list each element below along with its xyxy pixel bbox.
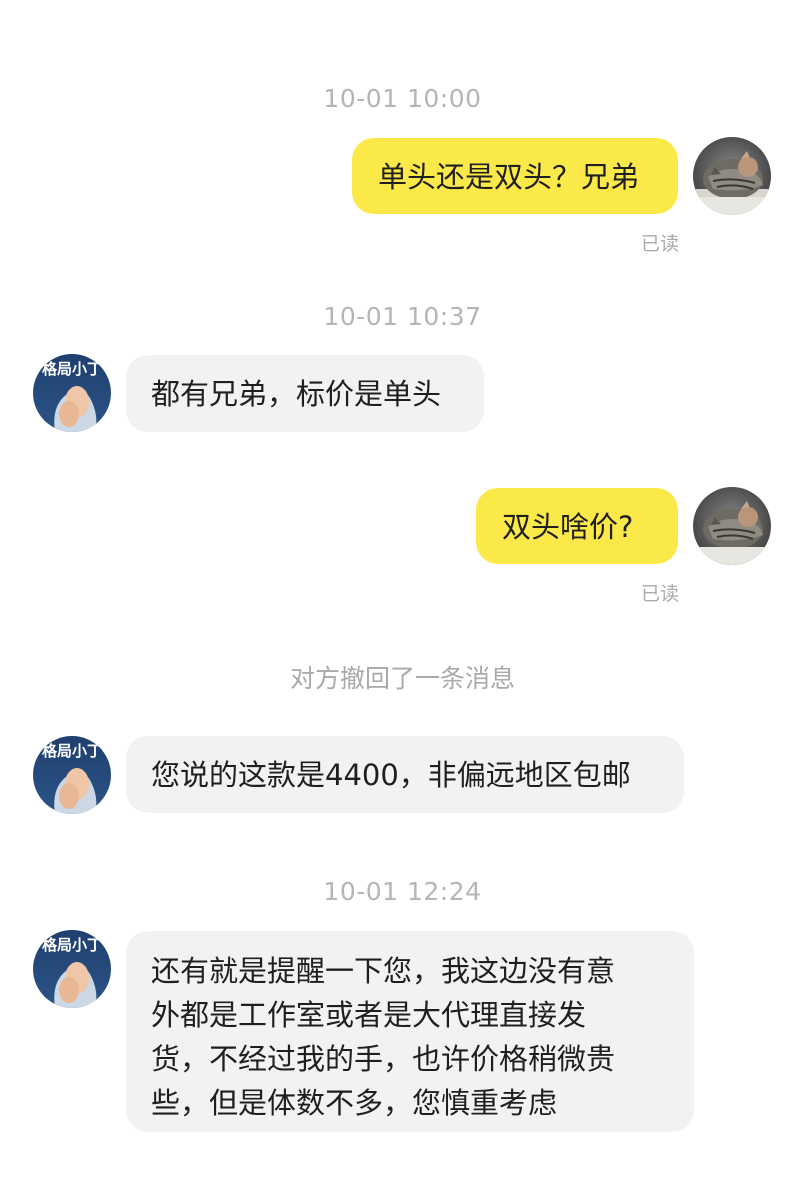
message-bubble-self[interactable]: 双头啥价? <box>476 488 678 564</box>
read-status: 已读 <box>641 583 680 605</box>
message-bubble-other[interactable]: 都有兄弟，标价是单头 <box>126 355 484 432</box>
timestamp: 10-01 12:24 <box>323 877 482 906</box>
recall-notice: 对方撤回了一条消息 <box>289 664 515 693</box>
seller-avatar-icon[interactable]: 格局小丁 <box>33 354 111 432</box>
message-bubble-other[interactable]: 还有就是提醒一下您，我这边没有意 外都是工作室或者是大代理直接发 货，不经过我的… <box>126 931 694 1132</box>
avatar-text: 格局小丁 <box>42 742 102 760</box>
chat-scroll-area[interactable]: 10-01 10:00 单头还是双头？兄弟 已读 10-01 10:37 格局小… <box>0 0 805 1200</box>
message-bubble-self[interactable]: 单头还是双头？兄弟 <box>352 138 678 214</box>
message-line: 外都是工作室或者是大代理直接发 <box>151 998 587 1032</box>
message-bubble-other[interactable]: 您说的这款是4400，非偏远地区包邮 <box>126 736 684 813</box>
avatar-text: 格局小丁 <box>42 936 102 954</box>
message-line: 些，但是体数不多，您慎重考虑 <box>151 1086 558 1120</box>
message-line: 货，不经过我的手，也许价格稍微贵 <box>151 1042 616 1076</box>
avatar-text: 格局小丁 <box>42 360 102 378</box>
cat-avatar-icon[interactable] <box>693 487 771 565</box>
read-status: 已读 <box>641 233 680 255</box>
seller-avatar-icon[interactable]: 格局小丁 <box>33 930 111 1008</box>
timestamp: 10-01 10:37 <box>323 302 482 331</box>
timestamp: 10-01 10:00 <box>323 84 482 113</box>
message-line: 还有就是提醒一下您，我这边没有意 <box>151 954 616 988</box>
seller-avatar-icon[interactable]: 格局小丁 <box>33 736 111 814</box>
cat-avatar-icon[interactable] <box>693 137 771 215</box>
